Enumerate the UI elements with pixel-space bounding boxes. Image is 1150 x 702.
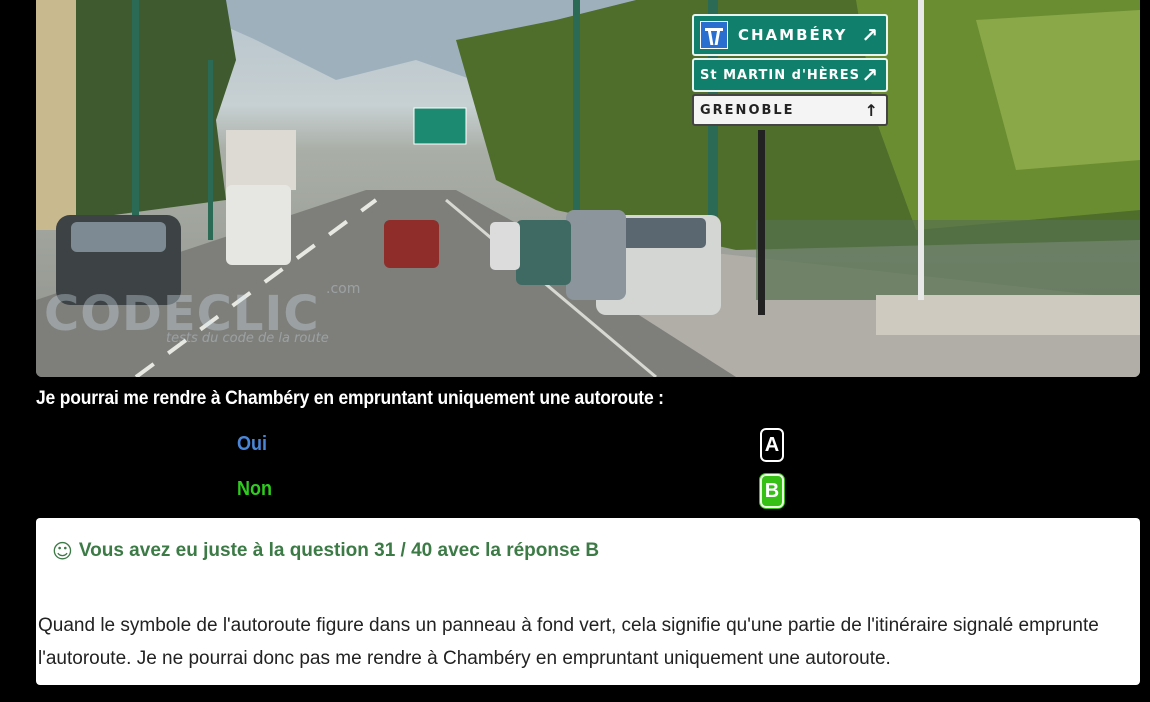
result-text: Vous avez eu juste à la question 31 / 40… bbox=[78, 540, 600, 561]
result-message: ☺ Vous avez eu juste à la question 31 / … bbox=[52, 539, 599, 563]
smiley-icon: ☺ bbox=[52, 539, 73, 563]
sign-label: CHAMBÉRY bbox=[738, 26, 848, 44]
question-photo: CHAMBÉRY ↗ St MARTIN d'HÈRES ↗ GRENOBLE … bbox=[36, 0, 1140, 377]
sign-label: St MARTIN d'HÈRES bbox=[700, 67, 860, 83]
answer-a-button[interactable]: A bbox=[760, 428, 784, 462]
sign-label: GRENOBLE bbox=[700, 102, 795, 118]
result-panel: ☺ Vous avez eu juste à la question 31 / … bbox=[36, 518, 1140, 685]
motorway-icon bbox=[700, 21, 728, 49]
watermark-domain: .com bbox=[326, 281, 361, 297]
explanation-text: Quand le symbole de l'autoroute figure d… bbox=[38, 615, 1099, 669]
arrow-up-right-icon: ↗ bbox=[861, 23, 880, 47]
arrow-up-icon: ↑ bbox=[864, 100, 880, 120]
answer-non-label[interactable]: Non bbox=[237, 478, 272, 501]
direction-sign-grenoble: GRENOBLE ↑ bbox=[692, 94, 888, 126]
watermark-tagline: tests du code de la route bbox=[166, 331, 329, 346]
direction-sign-st-martin: St MARTIN d'HÈRES ↗ bbox=[692, 58, 888, 92]
question-text: Je pourrai me rendre à Chambéry en empru… bbox=[36, 388, 664, 409]
answer-oui-label[interactable]: Oui bbox=[237, 433, 267, 456]
direction-sign-chambery: CHAMBÉRY ↗ bbox=[692, 14, 888, 56]
answer-b-button[interactable]: B bbox=[760, 474, 784, 508]
arrow-up-right-icon: ↗ bbox=[861, 63, 880, 87]
